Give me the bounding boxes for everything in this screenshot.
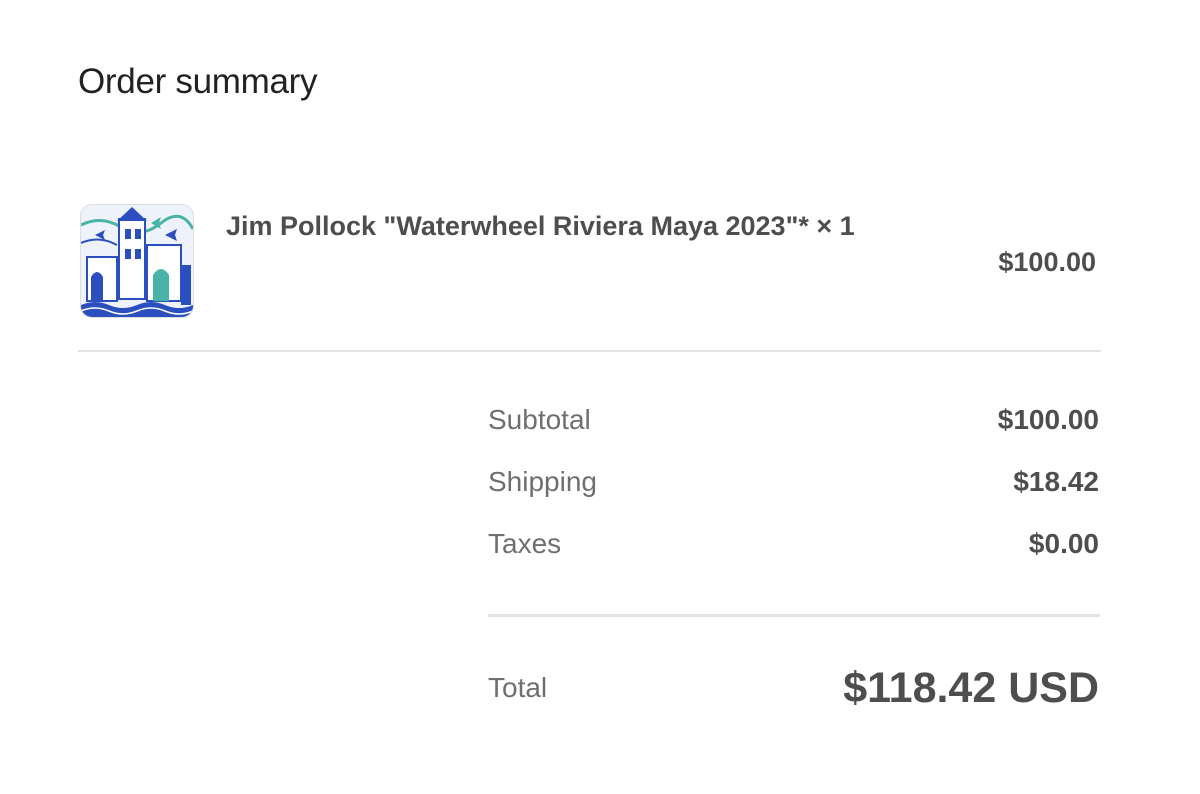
totals-section: Subtotal $100.00 Shipping $18.42 Taxes $…	[488, 400, 1099, 586]
line-item: Jim Pollock "Waterwheel Riviera Maya 202…	[78, 200, 1100, 322]
taxes-row: Taxes $0.00	[488, 524, 1099, 586]
shipping-label: Shipping	[488, 466, 597, 497]
subtotal-label: Subtotal	[488, 404, 591, 435]
shipping-row: Shipping $18.42	[488, 462, 1099, 524]
divider	[488, 614, 1100, 617]
total-row: Total $118.42 USD	[488, 660, 1099, 720]
poster-thumbnail-icon	[81, 205, 193, 317]
total-value: $118.42 USD	[843, 664, 1099, 712]
item-name: Jim Pollock "Waterwheel Riviera Maya 202…	[226, 211, 855, 241]
total-label: Total	[488, 672, 548, 703]
page-title: Order summary	[78, 62, 318, 101]
subtotal-row: Subtotal $100.00	[488, 400, 1099, 462]
taxes-value: $0.00	[1028, 528, 1099, 559]
shipping-value: $18.42	[1013, 466, 1099, 497]
item-price: $100.00	[998, 247, 1096, 277]
subtotal-value: $100.00	[997, 404, 1099, 435]
taxes-label: Taxes	[488, 528, 562, 559]
divider	[78, 350, 1101, 352]
product-thumbnail	[80, 204, 194, 318]
